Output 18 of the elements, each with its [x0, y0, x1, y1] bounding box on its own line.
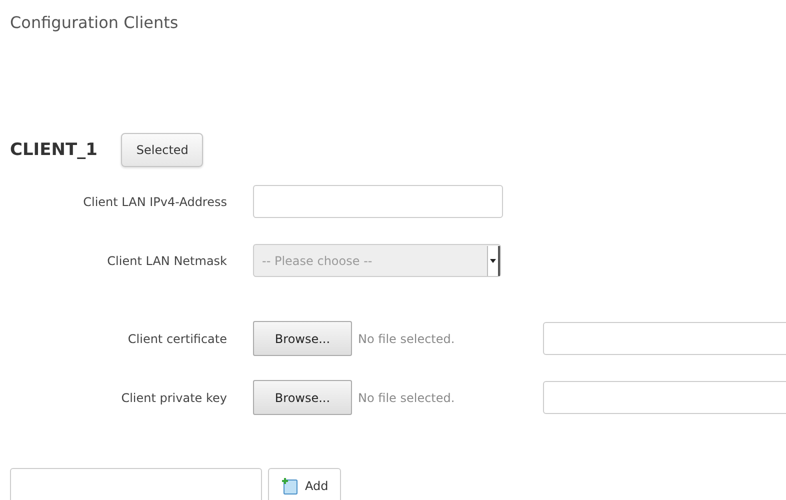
field-label: Client private key	[120, 390, 227, 404]
selected-button[interactable]: Selected	[121, 133, 204, 167]
add-document-icon	[281, 477, 299, 495]
browse-button[interactable]: Browse...	[253, 380, 352, 415]
input-field[interactable]	[10, 468, 262, 500]
browse-button[interactable]: Browse...	[253, 321, 352, 356]
caret-icon	[490, 258, 496, 262]
field-label: Client LAN IPv4-Address	[82, 194, 227, 208]
input-field[interactable]	[543, 381, 786, 414]
input-field[interactable]	[543, 322, 786, 355]
input-field[interactable]	[253, 185, 503, 218]
section-title: CLIENT_1	[10, 140, 98, 160]
page-title: Configuration Clients	[10, 12, 178, 34]
field-label: Client LAN Netmask	[106, 254, 227, 268]
field-label: Client certificate	[126, 332, 227, 346]
file-status: No file selected.	[358, 332, 455, 346]
file-status: No file selected.	[358, 390, 455, 404]
add-button[interactable]: Add	[268, 468, 342, 500]
